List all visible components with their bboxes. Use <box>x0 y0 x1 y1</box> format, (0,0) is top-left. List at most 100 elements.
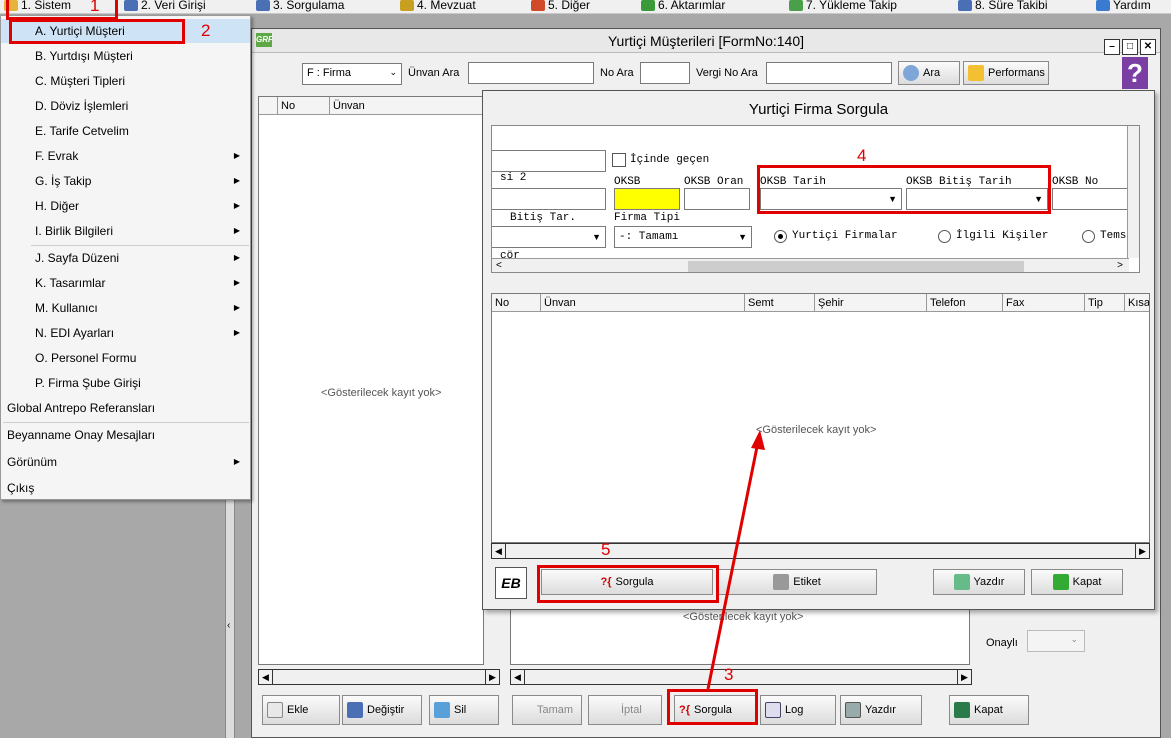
onayli-select[interactable]: ⌄ <box>1027 630 1085 652</box>
no-search-input[interactable] <box>640 62 690 84</box>
menu-item-cikis[interactable]: Çıkış <box>1 476 250 500</box>
degistir-button[interactable]: Değiştir <box>342 695 422 725</box>
scroll-right-icon[interactable]: ▶ <box>485 670 499 684</box>
menu-veri-girisi[interactable]: 2. Veri Girişi <box>124 0 206 13</box>
minimize-icon[interactable]: – <box>1104 39 1120 55</box>
scroll-right-icon[interactable]: ▶ <box>1135 544 1149 558</box>
dialog-kapat-button[interactable]: Kapat <box>1031 569 1123 595</box>
menu-item-birlik-bilgileri[interactable]: I. Birlik Bilgileri ▶ <box>1 219 250 243</box>
menu-item-personel-formu[interactable]: O. Personel Formu <box>1 346 250 370</box>
col-semt[interactable]: Semt <box>744 294 814 312</box>
scroll-left-icon[interactable]: ◀ <box>511 670 525 684</box>
oksb-oran-input[interactable] <box>684 188 750 210</box>
menu-item-doviz-islemleri[interactable]: D. Döviz İşlemleri <box>1 94 250 118</box>
detail-grid[interactable]: <Gösterilecek kayıt yok> <box>510 609 970 665</box>
maximize-icon[interactable]: □ <box>1122 39 1138 55</box>
iptal-button[interactable]: İptal <box>588 695 662 725</box>
col-unvan[interactable]: Ünvan <box>540 294 744 312</box>
col-fax[interactable]: Fax <box>1002 294 1084 312</box>
firma-tipi-select[interactable]: -: Tamamı ▼ <box>614 226 752 248</box>
collapse-left-icon[interactable]: ‹ <box>227 620 230 631</box>
scroll-left-icon[interactable]: ◀ <box>492 544 506 558</box>
oksb-oran-label: OKSB Oran <box>684 176 744 188</box>
result-grid-header: No Ünvan Semt Şehir Telefon Fax Tip Kısa <box>492 294 1149 312</box>
detail-grid-scrollbar[interactable]: ◀ ▶ <box>510 669 972 685</box>
scroll-right-icon[interactable]: ▶ <box>957 670 971 684</box>
left-grid-scrollbar[interactable]: ◀ ▶ <box>258 669 500 685</box>
menu-item-tarife-cetvelim[interactable]: E. Tarife Cetvelim <box>1 119 250 143</box>
filter-hscrollbar[interactable]: < > <box>492 258 1129 272</box>
col-tip[interactable]: Tip <box>1084 294 1124 312</box>
oksb-no-input[interactable] <box>1052 188 1132 210</box>
menu-item-musteri-tipleri[interactable]: C. Müşteri Tipleri <box>1 69 250 93</box>
menu-aktarimlar[interactable]: 6. Aktarımlar <box>641 0 725 13</box>
transfer-icon <box>641 0 655 12</box>
kapat-button[interactable]: Kapat <box>949 695 1029 725</box>
result-grid-scrollbar[interactable]: ◀ ▶ <box>491 543 1150 559</box>
unvan-search-input[interactable] <box>468 62 594 84</box>
menu-item-tasarimlar[interactable]: K. Tasarımlar ▶ <box>1 271 250 295</box>
menu-mevzuat[interactable]: 4. Mevzuat <box>400 0 476 13</box>
menu-item-sayfa-duzeni[interactable]: J. Sayfa Düzeni ▶ <box>1 246 250 270</box>
col-sehir[interactable]: Şehir <box>814 294 926 312</box>
col-unvan[interactable]: Ünvan <box>329 97 483 115</box>
menu-item-global-antrepo[interactable]: Global Antrepo Referansları <box>1 396 250 420</box>
type-select[interactable]: F : Firma ⌄ <box>302 63 402 85</box>
menu-yukleme-takip[interactable]: 7. Yükleme Takip <box>789 0 897 13</box>
firma-tipi-label: Firma Tipi <box>614 212 681 224</box>
submenu-arrow-icon: ▶ <box>233 278 240 287</box>
menu-item-firma-sube-girisi[interactable]: P. Firma Şube Girişi <box>1 371 250 395</box>
scroll-thumb[interactable] <box>688 261 1024 272</box>
etiket-button[interactable]: Etiket <box>717 569 877 595</box>
recycle-bin-icon <box>434 702 450 719</box>
ilgili-kisiler-radio[interactable] <box>938 230 951 243</box>
menu-item-diger[interactable]: H. Diğer ▶ <box>1 194 250 218</box>
tems-radio[interactable] <box>1082 230 1095 243</box>
close-icon[interactable]: ✕ <box>1140 39 1156 55</box>
menu-item-is-takip[interactable]: G. İş Takip ▶ <box>1 169 250 193</box>
icinde-gecen-checkbox[interactable] <box>612 153 626 167</box>
search-text-input[interactable] <box>492 150 606 172</box>
ilgili-kisiler-label: İlgili Kişiler <box>956 230 1049 242</box>
help-icon[interactable]: ? <box>1122 57 1148 89</box>
col-telefon[interactable]: Telefon <box>926 294 1002 312</box>
menu-diger[interactable]: 5. Diğer <box>531 0 590 13</box>
scroll-left-icon[interactable]: < <box>496 260 502 271</box>
tamam-button[interactable]: Tamam <box>512 695 582 725</box>
vergi-no-search-input[interactable] <box>766 62 892 84</box>
log-button[interactable]: Log <box>760 695 836 725</box>
filter-vscrollbar[interactable] <box>1127 126 1139 258</box>
col-no[interactable]: No <box>492 294 540 312</box>
performans-button[interactable]: Performans <box>963 61 1049 85</box>
col-kisa[interactable]: Kısa <box>1124 294 1149 312</box>
printer-icon <box>953 574 970 591</box>
dialog-yazdir-button[interactable]: Yazdır <box>933 569 1025 595</box>
menu-item-gorunum[interactable]: Görünüm ▶ <box>1 450 250 474</box>
customer-list-grid[interactable]: No Ünvan <Gösterilecek kayıt yok> <box>258 96 484 665</box>
menu-sure-takibi[interactable]: 8. Süre Takibi <box>958 0 1048 13</box>
menu-item-edi-ayarlari[interactable]: N. EDI Ayarları ▶ <box>1 321 250 345</box>
menu-item-kullanici[interactable]: M. Kullanıcı ▶ <box>1 296 250 320</box>
sil-button[interactable]: Sil <box>429 695 499 725</box>
label-printer-icon <box>773 574 790 591</box>
submenu-arrow-icon: ▶ <box>233 176 240 185</box>
menu-item-beyanname-onay[interactable]: Beyanname Onay Mesajları <box>1 423 250 447</box>
field-si2-input[interactable] <box>492 188 606 210</box>
empty-message: <Gösterilecek kayıt yok> <box>321 387 442 399</box>
bitis-tar-select[interactable]: ▼ <box>492 226 606 248</box>
menu-yardim[interactable]: Yardım <box>1096 0 1151 13</box>
ekle-button[interactable]: Ekle <box>262 695 340 725</box>
yurtici-radio[interactable] <box>774 230 787 243</box>
scroll-right-icon[interactable]: > <box>1117 260 1123 271</box>
submenu-arrow-icon: ▶ <box>233 151 240 160</box>
scroll-left-icon[interactable]: ◀ <box>259 670 273 684</box>
menu-item-yurtdisi-musteri[interactable]: B. Yurtdışı Müşteri <box>1 44 250 68</box>
menu-sorgulama[interactable]: 3. Sorgulama <box>256 0 344 13</box>
yazdir-button[interactable]: Yazdır <box>840 695 922 725</box>
col-no[interactable]: No <box>277 97 327 115</box>
result-grid[interactable]: No Ünvan Semt Şehir Telefon Fax Tip Kısa… <box>491 293 1150 543</box>
ara-button[interactable]: Ara <box>898 61 960 85</box>
panel-splitter[interactable]: ‹ <box>225 500 235 738</box>
oksb-input[interactable] <box>614 188 680 210</box>
menu-item-evrak[interactable]: F. Evrak ▶ <box>1 144 250 168</box>
